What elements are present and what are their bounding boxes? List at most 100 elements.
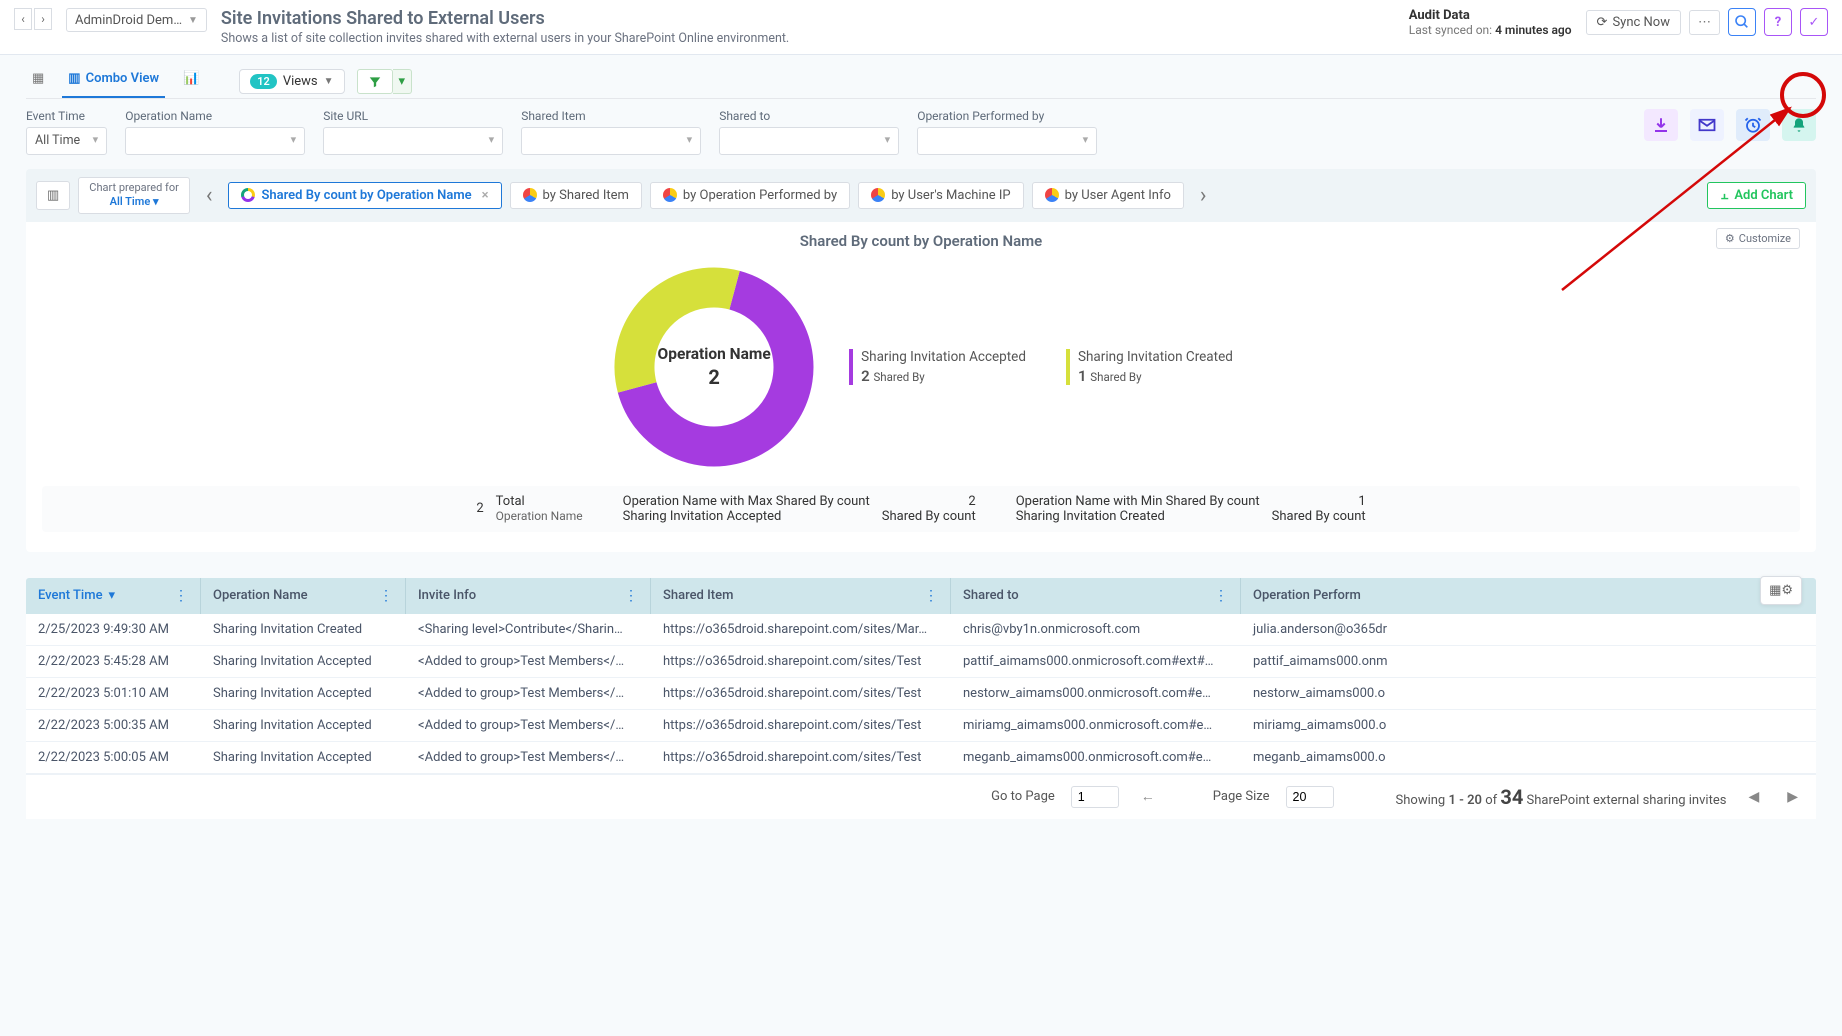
stat-min: Operation Name with Min Shared By count … (1016, 494, 1366, 524)
filter-dropdown-button[interactable]: ▾ (393, 69, 413, 94)
schedule-button[interactable] (1736, 109, 1770, 141)
operation-name-select[interactable] (125, 127, 305, 155)
column-menu-icon[interactable]: ⋮ (624, 588, 638, 604)
download-icon (1652, 116, 1670, 134)
audit-label: Audit Data (1409, 8, 1572, 23)
filter-label: Site URL (323, 109, 503, 123)
gear-icon: ⚙ (1725, 232, 1735, 245)
event-time-select[interactable]: All Time (26, 127, 107, 155)
combo-view-tab[interactable]: ▥ Combo View (62, 65, 165, 98)
chart-prepared-for[interactable]: Chart prepared for All Time ▾ (78, 177, 190, 214)
shared-item-select[interactable] (521, 127, 701, 155)
chart-tab-shared-item[interactable]: by Shared Item (510, 182, 642, 209)
pie-chart-icon (523, 188, 537, 202)
table-cell: meganb_aimams000.o (1241, 742, 1816, 773)
tabs-scroll-right[interactable]: › (1192, 183, 1215, 208)
tabs-scroll-left[interactable]: ‹ (198, 183, 221, 208)
table-cell: https://o365droid.sharepoint.com/sites/M… (651, 614, 951, 645)
question-icon: ? (1775, 15, 1781, 30)
prev-page-button[interactable]: ◀ (1742, 789, 1765, 805)
column-menu-icon[interactable]: ⋮ (924, 588, 938, 604)
stat-max-link[interactable]: Sharing Invitation Accepted (623, 509, 870, 524)
sheet-view-tab[interactable]: ▦ (26, 65, 50, 98)
chevron-down-icon: ▾ (153, 195, 159, 208)
chart-tab-operation-name[interactable]: Shared By count by Operation Name × (228, 182, 501, 209)
filter-shared-item: Shared Item (521, 109, 701, 155)
stat-min-link[interactable]: Sharing Invitation Created (1016, 509, 1260, 524)
performed-by-select[interactable] (917, 127, 1097, 155)
column-invite-info[interactable]: Invite Info⋮ (406, 578, 651, 614)
donut-chart-icon (241, 188, 255, 202)
column-operation-name[interactable]: Operation Name⋮ (201, 578, 406, 614)
table-row[interactable]: 2/22/2023 5:00:05 AMSharing Invitation A… (26, 742, 1816, 774)
filter-label: Operation Name (125, 109, 305, 123)
goto-page-go[interactable]: ← (1135, 788, 1161, 805)
more-button[interactable]: ⋯ (1689, 10, 1720, 35)
filter-label: Event Time (26, 109, 107, 123)
next-page-button[interactable]: ▶ (1781, 789, 1804, 805)
sync-now-button[interactable]: ⟳ Sync Now (1586, 10, 1681, 35)
column-shared-to[interactable]: Shared to⋮ (951, 578, 1241, 614)
column-performed-by[interactable]: Operation Perform (1241, 578, 1816, 614)
filter-label: Shared Item (521, 109, 701, 123)
table-row[interactable]: 2/22/2023 5:45:28 AMSharing Invitation A… (26, 646, 1816, 678)
customize-button[interactable]: ⚙ Customize (1716, 228, 1800, 249)
tenant-dropdown[interactable]: AdminDroid Dem… ▼ (66, 8, 207, 32)
alert-button[interactable] (1782, 109, 1816, 141)
chart-tab-user-agent[interactable]: by User Agent Info (1032, 182, 1184, 209)
filter-button[interactable] (357, 69, 393, 94)
table-row[interactable]: 2/25/2023 9:49:30 AMSharing Invitation C… (26, 614, 1816, 646)
app-header: ‹ › AdminDroid Dem… ▼ Site Invitations S… (0, 0, 1842, 55)
email-button[interactable] (1690, 109, 1724, 141)
pie-chart-icon (1045, 188, 1059, 202)
chart-type-button[interactable]: ▥ (36, 181, 70, 210)
donut-chart: Operation Name 2 (609, 262, 819, 472)
page-size-input[interactable] (1286, 786, 1334, 808)
add-chart-button[interactable]: ⫠ Add Chart (1707, 182, 1806, 209)
table-cell: Sharing Invitation Created (201, 614, 406, 645)
funnel-icon (368, 75, 382, 89)
close-icon[interactable]: × (482, 188, 489, 203)
table-cell: https://o365droid.sharepoint.com/sites/T… (651, 742, 951, 773)
chart-tab-machine-ip[interactable]: by User's Machine IP (858, 182, 1023, 209)
nav-back-button[interactable]: ‹ (14, 8, 32, 30)
pie-chart-icon (663, 188, 677, 202)
page-title-block: Site Invitations Shared to External User… (221, 8, 1395, 46)
site-url-select[interactable] (323, 127, 503, 155)
table-gear-icon: ▦⚙ (1769, 583, 1793, 598)
filter-shared-to: Shared to (719, 109, 899, 155)
table-cell: 2/22/2023 5:00:35 AM (26, 710, 201, 741)
chart-legend: Sharing Invitation Accepted 2 Shared By … (849, 349, 1233, 385)
table-settings-button[interactable]: ▦⚙ (1760, 576, 1802, 605)
chart-tab-performed-by[interactable]: by Operation Performed by (650, 182, 850, 209)
chart-only-tab[interactable]: 📊 (177, 65, 205, 98)
column-menu-icon[interactable]: ⋮ (1214, 588, 1228, 604)
page-title: Site Invitations Shared to External User… (221, 8, 1395, 29)
nav-forward-button[interactable]: › (34, 8, 52, 30)
table-cell: Sharing Invitation Accepted (201, 710, 406, 741)
table-cell: https://o365droid.sharepoint.com/sites/T… (651, 646, 951, 677)
legend-item-created: Sharing Invitation Created 1 Shared By (1066, 349, 1233, 385)
help-button[interactable]: ? (1764, 8, 1792, 36)
stat-total: 2 Total Operation Name (476, 494, 582, 524)
column-event-time[interactable]: Event Time ▾ ⋮ (26, 578, 201, 614)
table-body: 2/25/2023 9:49:30 AMSharing Invitation C… (26, 614, 1816, 774)
column-menu-icon[interactable]: ⋮ (379, 588, 393, 604)
verify-button[interactable]: ✓ (1800, 8, 1828, 36)
search-button[interactable] (1728, 8, 1756, 36)
table-cell: Sharing Invitation Accepted (201, 742, 406, 773)
shared-to-select[interactable] (719, 127, 899, 155)
audit-sync-text: Last synced on: 4 minutes ago (1409, 23, 1572, 37)
views-dropdown[interactable]: 12 Views ▼ (239, 69, 344, 94)
table-cell: 2/22/2023 5:01:10 AM (26, 678, 201, 709)
table-cell: Sharing Invitation Accepted (201, 678, 406, 709)
table-row[interactable]: 2/22/2023 5:01:10 AMSharing Invitation A… (26, 678, 1816, 710)
column-menu-icon[interactable]: ⋮ (174, 588, 188, 604)
table-cell: https://o365droid.sharepoint.com/sites/T… (651, 678, 951, 709)
goto-page-input[interactable] (1071, 786, 1119, 808)
download-button[interactable] (1644, 109, 1678, 141)
column-shared-item[interactable]: Shared Item⋮ (651, 578, 951, 614)
stat-max: Operation Name with Max Shared By count … (623, 494, 976, 524)
toolbar: ▦ ▥ Combo View 📊 12 Views ▼ ▾ Event Time… (0, 55, 1842, 169)
table-row[interactable]: 2/22/2023 5:00:35 AMSharing Invitation A… (26, 710, 1816, 742)
